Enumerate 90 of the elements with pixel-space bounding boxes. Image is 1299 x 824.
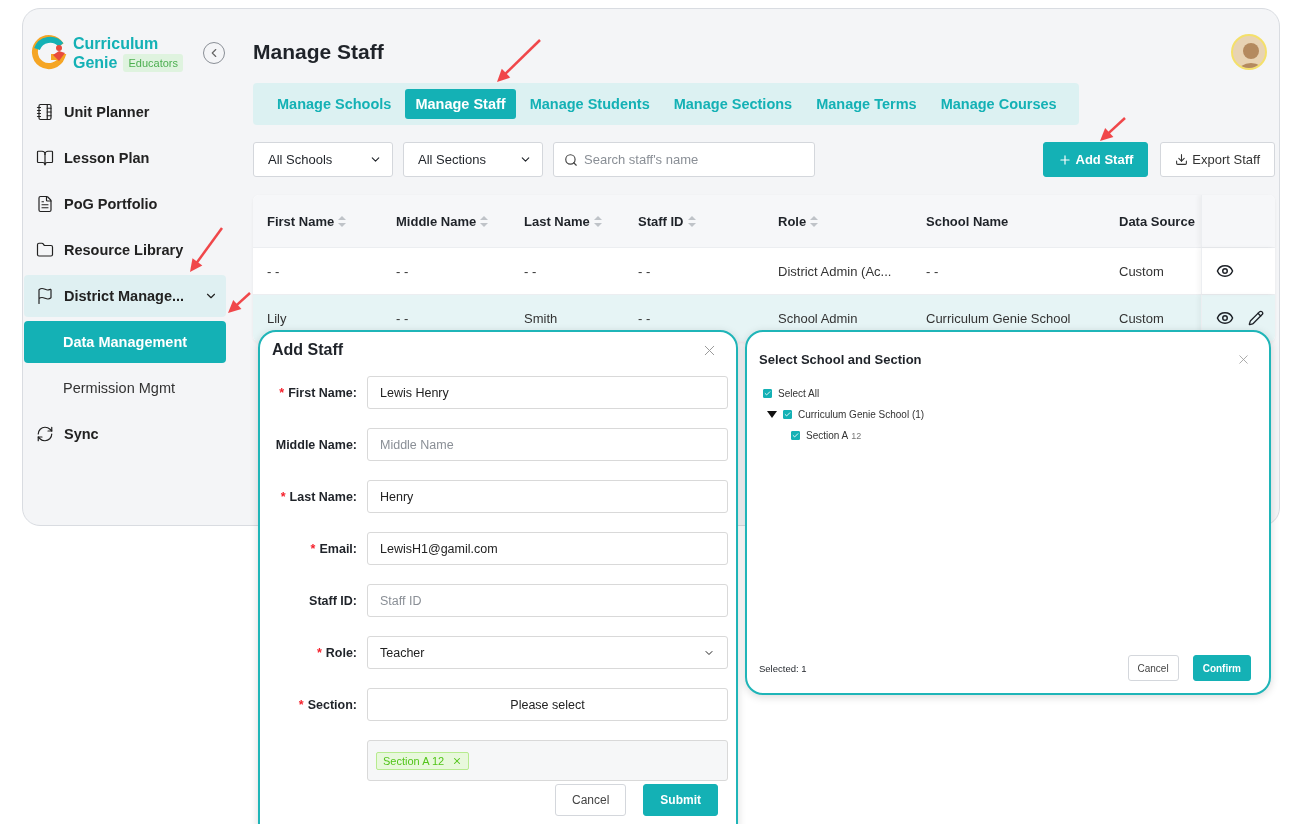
- section-label: Section A 12: [806, 430, 862, 441]
- table-row[interactable]: - - - - - - - - District Admin (Ac... - - Custom: [253, 248, 1275, 295]
- filter-select[interactable]: All Sections: [403, 142, 543, 177]
- column-header: School Name: [926, 213, 1009, 229]
- field-label: First Name:: [288, 385, 357, 400]
- sidebar-item[interactable]: Lesson Plan: [24, 137, 226, 179]
- logo-icon: [31, 35, 67, 71]
- checkbox[interactable]: [783, 410, 792, 419]
- field-label: Staff ID:: [309, 593, 357, 608]
- sidebar-item[interactable]: PoG Portfolio: [24, 183, 226, 225]
- table-cell-text: - -: [396, 310, 410, 326]
- page-title: Manage Staff: [253, 40, 384, 64]
- field-label: Section:: [307, 697, 357, 712]
- required-mark: *: [298, 697, 304, 712]
- column-header: Middle Name: [396, 213, 477, 229]
- pencil-icon[interactable]: [1248, 310, 1264, 326]
- annotation-arrow: [497, 39, 541, 82]
- table-cell-text: Smith: [524, 310, 559, 326]
- table-cell-text: Curriculum Genie School: [926, 310, 1072, 326]
- role-select[interactable]: Teacher: [367, 636, 728, 669]
- sort-icon[interactable]: [810, 215, 819, 227]
- nav-icon: [36, 241, 54, 259]
- field-label: Role:: [325, 645, 357, 660]
- table-cell-text: - -: [524, 263, 538, 279]
- school-label: Curriculum Genie School (1): [798, 409, 925, 420]
- sidebar-item[interactable]: Sync: [24, 413, 226, 455]
- nav-icon: [36, 195, 54, 213]
- input-field[interactable]: Lewis Henry: [367, 376, 728, 409]
- brand-name: Genie: [73, 53, 118, 72]
- plus-icon: [1057, 152, 1072, 167]
- table-cell-text: - -: [926, 263, 940, 279]
- section-picker[interactable]: Please select: [367, 688, 728, 721]
- selected-count: Selected: 1: [759, 662, 807, 674]
- checkbox[interactable]: [763, 389, 772, 398]
- eye-icon[interactable]: [1216, 309, 1234, 327]
- input-field[interactable]: LewisH1@gamil.com: [367, 532, 728, 565]
- cancel-button[interactable]: Cancel: [1127, 655, 1179, 681]
- table-cell-text: District Admin (Ac...: [778, 263, 893, 279]
- sidebar-item[interactable]: Resource Library: [24, 229, 226, 271]
- sort-icon[interactable]: [338, 215, 347, 227]
- column-header: First Name: [267, 213, 335, 229]
- table-cell-text: Custom: [1119, 263, 1165, 279]
- required-mark: *: [316, 645, 322, 660]
- brand-name: Curriculum: [73, 34, 160, 53]
- table-cell-text: - -: [638, 310, 652, 326]
- nav-icon: [36, 425, 54, 443]
- filter-select[interactable]: All Schools: [253, 142, 393, 177]
- required-mark: *: [280, 489, 286, 504]
- sort-icon[interactable]: [593, 215, 602, 227]
- table-cell-text: School Admin: [778, 310, 859, 326]
- export-button[interactable]: Export Staff: [1160, 142, 1275, 177]
- nav-icon: [36, 287, 54, 305]
- sidebar-subitem[interactable]: Permission Mgmt: [24, 367, 226, 409]
- checkbox[interactable]: [791, 431, 800, 440]
- column-header: Staff ID: [638, 213, 684, 229]
- field-label: Email:: [319, 541, 357, 556]
- input-field[interactable]: Henry: [367, 480, 728, 513]
- checkbox-label: Select All: [778, 388, 820, 399]
- annotation-arrow: [190, 227, 223, 272]
- eye-icon[interactable]: [1216, 262, 1234, 280]
- download-icon: [1175, 153, 1189, 166]
- table-cell-text: - -: [267, 263, 281, 279]
- column-header: Role: [778, 213, 807, 229]
- remove-icon[interactable]: [452, 755, 463, 766]
- table-cell-text: - -: [396, 263, 410, 279]
- section-tag: Section A 12: [376, 751, 470, 770]
- dialog-title: Select School and Section: [759, 351, 922, 367]
- dialog-title: Add Staff: [272, 341, 344, 359]
- avatar[interactable]: [1231, 34, 1267, 70]
- required-mark: *: [310, 541, 316, 556]
- cancel-button[interactable]: Cancel: [554, 784, 627, 816]
- search-icon: [564, 152, 578, 167]
- annotation-arrow: [1100, 117, 1126, 141]
- sidebar-item[interactable]: District Manage...: [24, 275, 226, 317]
- annotation-arrow: [228, 292, 251, 313]
- table-cell-text: Lily: [267, 310, 288, 326]
- edition-badge: Educators: [123, 53, 183, 72]
- nav-icon: [36, 103, 54, 121]
- field-label: Last Name:: [289, 489, 357, 504]
- column-header: Last Name: [524, 213, 590, 229]
- field-label: Middle Name:: [275, 437, 357, 452]
- table-cell-text: Custom: [1119, 310, 1165, 326]
- required-mark: *: [279, 385, 285, 400]
- nav-icon: [36, 149, 54, 167]
- column-header: Data Source: [1119, 213, 1195, 229]
- expand-caret-icon[interactable]: [767, 411, 777, 418]
- sidebar-item[interactable]: Unit Planner: [24, 91, 226, 133]
- sort-icon[interactable]: [480, 215, 489, 227]
- table-cell-text: - -: [638, 263, 652, 279]
- sort-icon[interactable]: [687, 215, 696, 227]
